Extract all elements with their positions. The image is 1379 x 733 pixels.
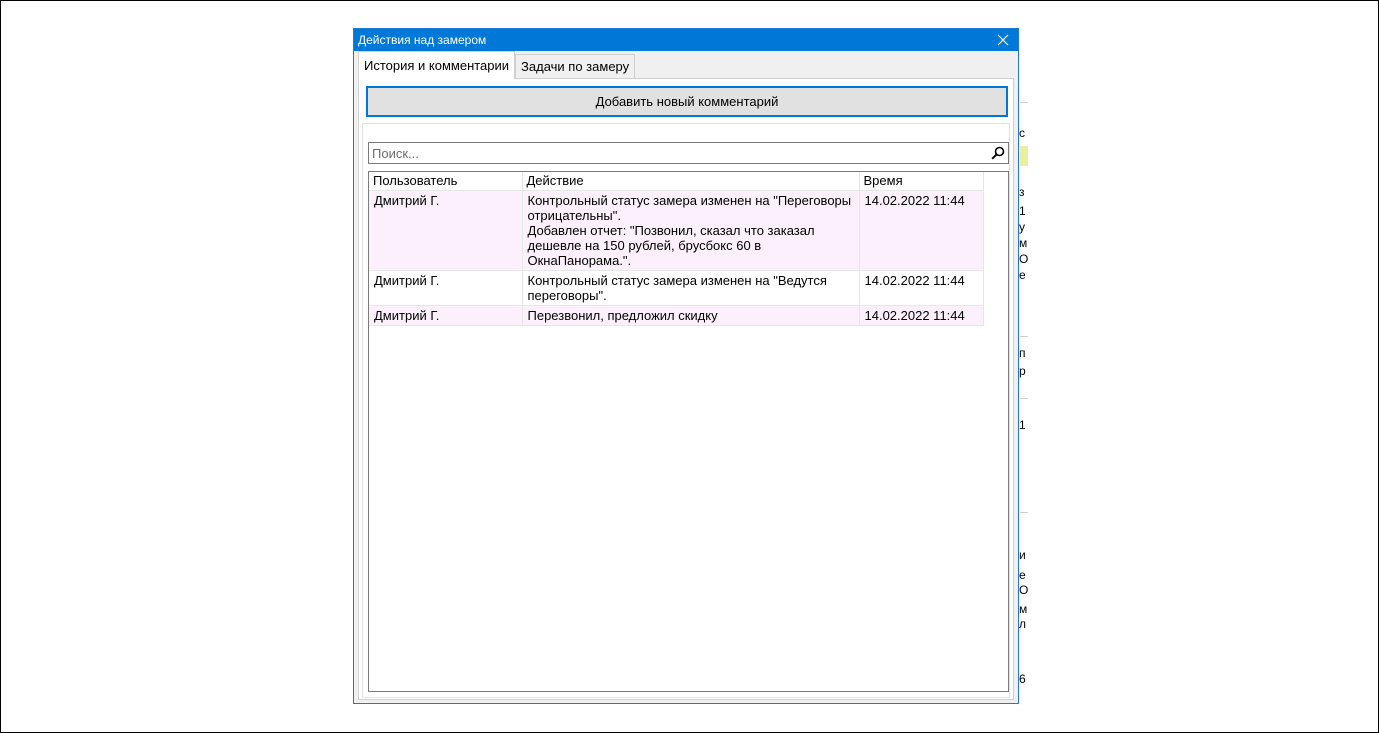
tab-measurement-tasks[interactable]: Задачи по замеру xyxy=(515,54,636,79)
column-header-time[interactable]: Время xyxy=(859,172,984,191)
dialog-title: Действия над замером xyxy=(358,33,487,47)
search-field xyxy=(368,142,1009,164)
cell-time: 14.02.2022 11:44 xyxy=(859,190,984,271)
column-header-user[interactable]: Пользователь xyxy=(369,172,523,191)
background-divider xyxy=(1020,398,1028,399)
background-divider xyxy=(1020,512,1028,513)
close-icon xyxy=(997,34,1009,46)
background-text-fragment: 1 xyxy=(1019,418,1026,432)
background-text-fragment: с xyxy=(1019,126,1025,140)
table-row[interactable]: Дмитрий Г. Контрольный статус замера изм… xyxy=(369,190,984,271)
background-text-fragment: м xyxy=(1019,602,1028,616)
cell-action: Контрольный статус замера изменен на "Ве… xyxy=(522,270,860,306)
search-input[interactable] xyxy=(369,143,988,163)
background-text-fragment: з xyxy=(1019,185,1025,199)
measurement-actions-dialog: Действия над замером История и комментар… xyxy=(353,28,1019,704)
tab-history-comments[interactable]: История и комментарии xyxy=(358,51,516,79)
background-text-fragment: п xyxy=(1019,346,1026,360)
history-content-area: Пользователь Действие Время Дмитрий Г. К… xyxy=(362,123,1010,698)
background-text-fragment: О xyxy=(1019,583,1029,597)
background-text-fragment: и xyxy=(1019,548,1026,562)
cell-user: Дмитрий Г. xyxy=(369,190,523,271)
background-divider xyxy=(1020,336,1028,337)
background-text-fragment: р xyxy=(1019,364,1026,378)
background-text-fragment: 1 xyxy=(1019,204,1026,218)
background-text-fragment: 6 xyxy=(1019,672,1026,686)
cell-time: 14.02.2022 11:44 xyxy=(859,305,984,326)
history-table: Пользователь Действие Время Дмитрий Г. К… xyxy=(368,171,1009,692)
tab-strip: История и комментарии Задачи по замеру xyxy=(358,51,636,79)
background-divider xyxy=(1020,102,1028,103)
add-comment-button[interactable]: Добавить новый комментарий xyxy=(366,86,1008,117)
background-text-fragment: О xyxy=(1019,252,1029,266)
background-text-fragment: м xyxy=(1019,236,1028,250)
background-text-fragment: л xyxy=(1019,617,1027,631)
title-bar[interactable]: Действия над замером xyxy=(354,29,1018,51)
history-tab-panel: Добавить новый комментарий Поиск... Поль… xyxy=(358,78,1014,700)
cell-time: 14.02.2022 11:44 xyxy=(859,270,984,306)
close-button[interactable] xyxy=(988,29,1018,51)
background-highlight xyxy=(1020,146,1028,166)
table-row[interactable]: Дмитрий Г. Перезвонил, предложил скидку … xyxy=(369,305,984,326)
cell-action: Контрольный статус замера изменен на "Пе… xyxy=(522,190,860,271)
cell-user: Дмитрий Г. xyxy=(369,305,523,326)
column-header-action[interactable]: Действие xyxy=(522,172,860,191)
background-text-fragment: е xyxy=(1019,268,1026,282)
background-text-fragment: у xyxy=(1019,220,1025,234)
cell-action: Перезвонил, предложил скидку xyxy=(522,305,860,326)
cell-user: Дмитрий Г. xyxy=(369,270,523,306)
table-row[interactable]: Дмитрий Г. Контрольный статус замера изм… xyxy=(369,270,984,306)
search-icon[interactable] xyxy=(988,143,1008,163)
background-text-fragment: е xyxy=(1019,568,1026,582)
